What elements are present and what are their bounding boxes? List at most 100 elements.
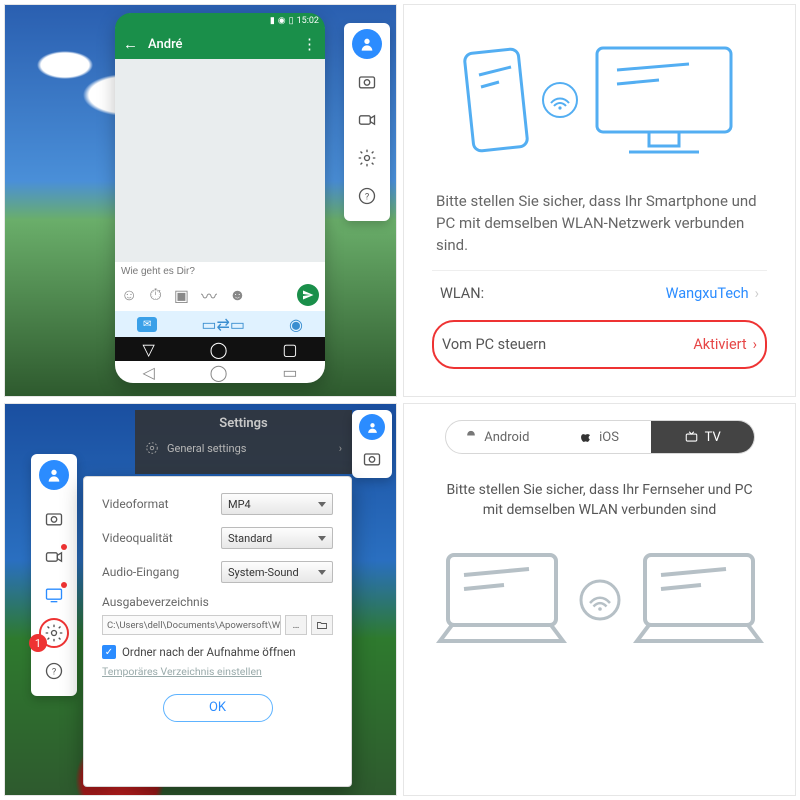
attach-icon[interactable]: 〰 [201,283,217,307]
display-icon[interactable] [39,580,69,610]
tv-illustration [434,545,766,655]
sticker-icon[interactable]: ☻ [229,285,246,305]
avatar-button[interactable] [39,460,69,490]
timer-icon[interactable]: ⏱ [149,285,161,305]
chevron-right-icon: › [753,336,757,353]
wallpaper: Settings General settings › [5,404,396,795]
capture-camera-icon[interactable] [359,446,385,472]
settings-gear-highlighted-icon[interactable]: 1 [39,618,69,648]
capture-camera-icon[interactable] [39,504,69,534]
open-folder-button[interactable] [311,615,333,635]
nav-back-icon[interactable]: ▽ [142,340,154,359]
compose-icons: ☺ ⏱ ▣ 〰 ☻ [115,281,325,311]
svg-text:?: ? [365,192,369,202]
avatar-button[interactable] [352,29,382,59]
tab-mirror-icon[interactable]: ▭⇄▭ [201,315,245,334]
panel-settings-dialog: Settings General settings › [4,403,397,796]
audio-select[interactable]: System-Sound [221,561,333,583]
pc-control-value: Aktiviert [693,336,746,353]
nav-recent-outer-icon[interactable]: ▭ [282,363,297,382]
panel-wifi-instructions: Bitte stellen Sie sicher, dass Ihr Smart… [403,4,796,397]
android-nav-outer: ◁ ◯ ▭ [115,361,325,383]
laptop-left-icon [434,545,569,655]
wlan-row[interactable]: WLAN: WangxuTech› [432,270,767,316]
monitor-outline-icon [589,40,739,160]
open-after-record-label: Ordner nach der Aufnahme öffnen [122,645,296,659]
wifi-illustration [432,25,767,175]
phone-mockup: ▮ ◉ ▯ 15:02 ← André ⋮ ☺ ⏱ ▣ [115,13,325,383]
send-button[interactable] [297,284,319,306]
apple-icon [580,430,593,444]
phone-outline-icon [461,45,531,155]
outdir-label: Ausgabeverzeichnis [102,595,333,609]
mirror-side-toolbar: ? [344,23,390,221]
photo-icon[interactable]: ▣ [174,286,189,305]
record-video-icon[interactable] [352,105,382,135]
dropdown-arrow-icon [318,536,326,541]
wallpaper: ▮ ◉ ▯ 15:02 ← André ⋮ ☺ ⏱ ▣ [5,5,396,396]
gear-icon [145,441,159,455]
nav-back-outer-icon[interactable]: ◁ [142,363,154,382]
wifi-instruction-text: Bitte stellen Sie sicher, dass Ihr Smart… [436,191,763,256]
platform-tabs: Android iOS TV [445,420,755,454]
emoji-icon[interactable]: ☺ [121,285,137,305]
dropdown-arrow-icon [318,570,326,575]
settings-gear-icon[interactable] [352,143,382,173]
compose-input[interactable] [121,266,319,277]
help-icon[interactable]: ? [352,181,382,211]
tv-icon [684,430,699,444]
nav-recent-icon[interactable]: ▢ [282,340,297,359]
nav-home-icon[interactable]: ◯ [210,340,228,359]
panel-tv-connect: Android iOS TV Bitte stellen Sie sicher,… [403,403,796,796]
videoformat-label: Videoformat [102,497,207,511]
general-settings-row[interactable]: General settings › [145,441,342,455]
wifi-icon: ◉ [278,16,286,26]
pc-control-row[interactable]: Vom PC steuern Aktiviert › [432,320,767,369]
help-icon[interactable]: ? [39,656,69,686]
ok-button[interactable]: OK [163,694,273,722]
quality-label: Videoqualität [102,531,207,545]
chat-body [115,59,325,262]
step-badge: 1 [29,634,47,652]
chevron-right-icon: › [339,442,342,455]
dropdown-arrow-icon [318,502,326,507]
nav-home-outer-icon[interactable]: ◯ [210,363,228,382]
wifi-badge-icon [579,579,621,621]
pc-control-label: Vom PC steuern [442,336,546,353]
record-video-icon[interactable] [39,542,69,572]
laptop-right-icon [631,545,766,655]
quality-select[interactable]: Standard [221,527,333,549]
wlan-value: WangxuTech [666,285,749,302]
wifi-badge-icon [541,81,579,119]
settings-window-header: Settings General settings › [135,410,352,474]
tv-instruction-text: Bitte stellen Sie sicher, dass Ihr Ferns… [438,480,761,521]
back-icon[interactable]: ← [123,35,138,53]
android-icon [464,430,478,444]
more-icon[interactable]: ⋮ [302,35,317,53]
checkbox-checked-icon[interactable]: ✓ [102,645,116,659]
temp-dir-link[interactable]: Temporäres Verzeichnis einstellen [102,665,333,678]
tab-cam-icon[interactable]: ◉ [289,315,303,334]
panel-chat-mirror: ▮ ◉ ▯ 15:02 ← André ⋮ ☺ ⏱ ▣ [4,4,397,397]
outdir-path[interactable]: C:\Users\dell\Documents\Apowersoft\Windo… [102,615,281,635]
audio-label: Audio-Eingang [102,565,207,579]
android-nav-inner: ▽ ◯ ▢ [115,337,325,361]
settings-dialog: Videoformat MP4 Videoqualität Standard A… [83,476,352,787]
videoformat-select[interactable]: MP4 [221,493,333,515]
avatar-button[interactable] [359,414,385,440]
tab-msg-icon[interactable]: ✉ [137,317,157,332]
contact-name: André [148,37,183,52]
compose-row [115,262,325,281]
capture-camera-icon[interactable] [352,67,382,97]
signal-icon: ▮ [270,16,275,26]
tab-android[interactable]: Android [446,421,549,453]
open-after-record-row[interactable]: ✓ Ordner nach der Aufnahme öffnen [102,645,333,659]
battery-icon: ▯ [289,16,294,26]
tab-ios[interactable]: iOS [548,421,651,453]
svg-text:?: ? [52,667,56,677]
tab-tv[interactable]: TV [651,421,754,453]
browse-button[interactable]: … [285,615,307,635]
status-bar: ▮ ◉ ▯ 15:02 [115,13,325,29]
general-settings-label: General settings [167,442,246,455]
recording-dot-icon [61,544,67,550]
